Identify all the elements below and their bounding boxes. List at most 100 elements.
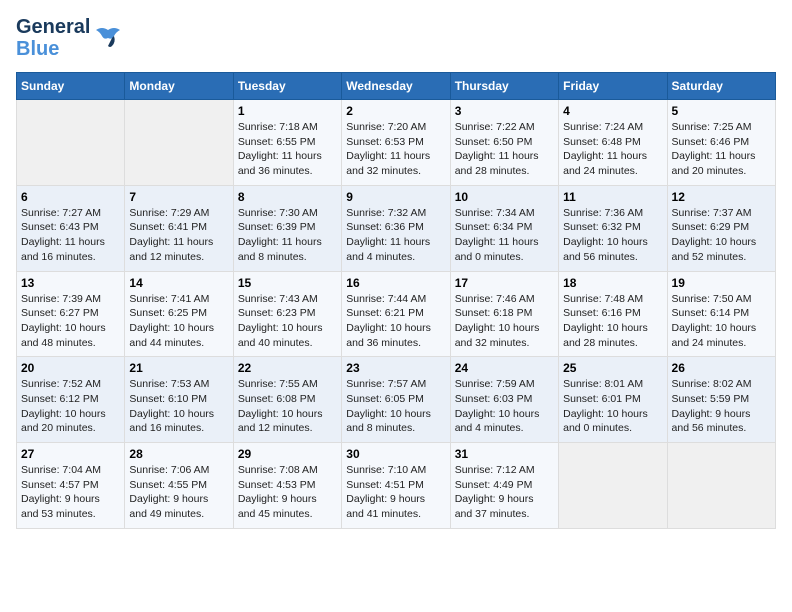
calendar-cell: 6 Sunrise: 7:27 AM Sunset: 6:43 PM Daylig… [17,185,125,271]
calendar-cell: 13 Sunrise: 7:39 AM Sunset: 6:27 PM Dayli… [17,271,125,357]
day-number: 9 [346,190,445,204]
calendar-cell: 22 Sunrise: 7:55 AM Sunset: 6:08 PM Dayli… [233,357,341,443]
calendar-cell: 5 Sunrise: 7:25 AM Sunset: 6:46 PM Daylig… [667,100,775,186]
day-number: 22 [238,361,337,375]
calendar-cell: 12 Sunrise: 7:37 AM Sunset: 6:29 PM Dayli… [667,185,775,271]
day-info: Sunrise: 7:37 AM Sunset: 6:29 PM Dayligh… [672,206,771,265]
week-row-3: 13 Sunrise: 7:39 AM Sunset: 6:27 PM Dayli… [17,271,776,357]
calendar-cell: 26 Sunrise: 8:02 AM Sunset: 5:59 PM Dayli… [667,357,775,443]
page-header: GeneralBlue [16,16,776,60]
day-info: Sunrise: 7:36 AM Sunset: 6:32 PM Dayligh… [563,206,662,265]
calendar-cell: 16 Sunrise: 7:44 AM Sunset: 6:21 PM Dayli… [342,271,450,357]
weekday-header-wednesday: Wednesday [342,73,450,100]
day-info: Sunrise: 7:39 AM Sunset: 6:27 PM Dayligh… [21,292,120,351]
calendar-cell: 7Sunrise: 7:29 AM Sunset: 6:41 PM Daylig… [125,185,233,271]
day-info: Sunrise: 7:46 AM Sunset: 6:18 PM Dayligh… [455,292,554,351]
calendar-cell: 20 Sunrise: 7:52 AM Sunset: 6:12 PM Dayli… [17,357,125,443]
day-number: 6 [21,190,120,204]
logo-bird-icon [94,24,122,52]
day-number: 29 [238,447,337,461]
week-row-5: 27 Sunrise: 7:04 AM Sunset: 4:57 PM Dayli… [17,443,776,529]
day-info: Sunrise: 7:32 AM Sunset: 6:36 PM Dayligh… [346,206,445,265]
day-number: 27 [21,447,120,461]
day-info: Sunrise: 7:04 AM Sunset: 4:57 PM Dayligh… [21,463,120,522]
calendar-cell: 21 Sunrise: 7:53 AM Sunset: 6:10 PM Dayli… [125,357,233,443]
calendar-cell: 23Sunrise: 7:57 AM Sunset: 6:05 PM Dayli… [342,357,450,443]
day-info: Sunrise: 8:01 AM Sunset: 6:01 PM Dayligh… [563,377,662,436]
calendar-cell: 24Sunrise: 7:59 AM Sunset: 6:03 PM Dayli… [450,357,558,443]
day-number: 15 [238,276,337,290]
day-number: 21 [129,361,228,375]
calendar-cell: 17 Sunrise: 7:46 AM Sunset: 6:18 PM Dayli… [450,271,558,357]
day-info: Sunrise: 7:53 AM Sunset: 6:10 PM Dayligh… [129,377,228,436]
day-number: 24 [455,361,554,375]
weekday-header-saturday: Saturday [667,73,775,100]
day-info: Sunrise: 7:52 AM Sunset: 6:12 PM Dayligh… [21,377,120,436]
day-number: 11 [563,190,662,204]
day-number: 8 [238,190,337,204]
day-info: Sunrise: 7:29 AM Sunset: 6:41 PM Dayligh… [129,206,228,265]
calendar-cell: 27 Sunrise: 7:04 AM Sunset: 4:57 PM Dayli… [17,443,125,529]
day-number: 26 [672,361,771,375]
day-number: 30 [346,447,445,461]
day-info: Sunrise: 7:08 AM Sunset: 4:53 PM Dayligh… [238,463,337,522]
day-number: 12 [672,190,771,204]
day-info: Sunrise: 7:25 AM Sunset: 6:46 PM Dayligh… [672,120,771,179]
day-number: 10 [455,190,554,204]
calendar-cell: 3 Sunrise: 7:22 AM Sunset: 6:50 PM Daylig… [450,100,558,186]
day-number: 25 [563,361,662,375]
logo: GeneralBlue [16,16,122,60]
day-number: 17 [455,276,554,290]
day-info: Sunrise: 7:50 AM Sunset: 6:14 PM Dayligh… [672,292,771,351]
day-info: Sunrise: 7:48 AM Sunset: 6:16 PM Dayligh… [563,292,662,351]
calendar-cell: 30Sunrise: 7:10 AM Sunset: 4:51 PM Dayli… [342,443,450,529]
day-info: Sunrise: 7:55 AM Sunset: 6:08 PM Dayligh… [238,377,337,436]
day-info: Sunrise: 7:41 AM Sunset: 6:25 PM Dayligh… [129,292,228,351]
day-number: 18 [563,276,662,290]
day-number: 5 [672,104,771,118]
day-info: Sunrise: 7:20 AM Sunset: 6:53 PM Dayligh… [346,120,445,179]
calendar-cell [125,100,233,186]
calendar-cell: 4Sunrise: 7:24 AM Sunset: 6:48 PM Daylig… [559,100,667,186]
calendar-cell: 18 Sunrise: 7:48 AM Sunset: 6:16 PM Dayli… [559,271,667,357]
day-info: Sunrise: 8:02 AM Sunset: 5:59 PM Dayligh… [672,377,771,436]
week-row-4: 20 Sunrise: 7:52 AM Sunset: 6:12 PM Dayli… [17,357,776,443]
calendar-cell: 31 Sunrise: 7:12 AM Sunset: 4:49 PM Dayli… [450,443,558,529]
day-info: Sunrise: 7:44 AM Sunset: 6:21 PM Dayligh… [346,292,445,351]
day-info: Sunrise: 7:27 AM Sunset: 6:43 PM Dayligh… [21,206,120,265]
weekday-header-sunday: Sunday [17,73,125,100]
day-number: 31 [455,447,554,461]
week-row-1: 1 Sunrise: 7:18 AM Sunset: 6:55 PM Daylig… [17,100,776,186]
day-number: 28 [129,447,228,461]
day-number: 13 [21,276,120,290]
day-info: Sunrise: 7:12 AM Sunset: 4:49 PM Dayligh… [455,463,554,522]
day-number: 1 [238,104,337,118]
calendar-cell: 2 Sunrise: 7:20 AM Sunset: 6:53 PM Daylig… [342,100,450,186]
day-number: 4 [563,104,662,118]
calendar-cell: 25 Sunrise: 8:01 AM Sunset: 6:01 PM Dayli… [559,357,667,443]
day-number: 20 [21,361,120,375]
calendar-cell [559,443,667,529]
day-info: Sunrise: 7:30 AM Sunset: 6:39 PM Dayligh… [238,206,337,265]
day-number: 14 [129,276,228,290]
day-info: Sunrise: 7:34 AM Sunset: 6:34 PM Dayligh… [455,206,554,265]
day-number: 2 [346,104,445,118]
day-info: Sunrise: 7:22 AM Sunset: 6:50 PM Dayligh… [455,120,554,179]
calendar-cell [667,443,775,529]
day-info: Sunrise: 7:18 AM Sunset: 6:55 PM Dayligh… [238,120,337,179]
calendar-cell: 19Sunrise: 7:50 AM Sunset: 6:14 PM Dayli… [667,271,775,357]
calendar-cell: 28Sunrise: 7:06 AM Sunset: 4:55 PM Dayli… [125,443,233,529]
week-row-2: 6 Sunrise: 7:27 AM Sunset: 6:43 PM Daylig… [17,185,776,271]
day-number: 3 [455,104,554,118]
day-info: Sunrise: 7:43 AM Sunset: 6:23 PM Dayligh… [238,292,337,351]
calendar-table: SundayMondayTuesdayWednesdayThursdayFrid… [16,72,776,529]
day-info: Sunrise: 7:57 AM Sunset: 6:05 PM Dayligh… [346,377,445,436]
day-number: 16 [346,276,445,290]
weekday-header-monday: Monday [125,73,233,100]
calendar-cell: 15 Sunrise: 7:43 AM Sunset: 6:23 PM Dayli… [233,271,341,357]
logo-text: GeneralBlue [16,16,90,60]
weekday-header-tuesday: Tuesday [233,73,341,100]
weekday-header-row: SundayMondayTuesdayWednesdayThursdayFrid… [17,73,776,100]
calendar-cell: 9 Sunrise: 7:32 AM Sunset: 6:36 PM Daylig… [342,185,450,271]
calendar-cell: 10 Sunrise: 7:34 AM Sunset: 6:34 PM Dayli… [450,185,558,271]
